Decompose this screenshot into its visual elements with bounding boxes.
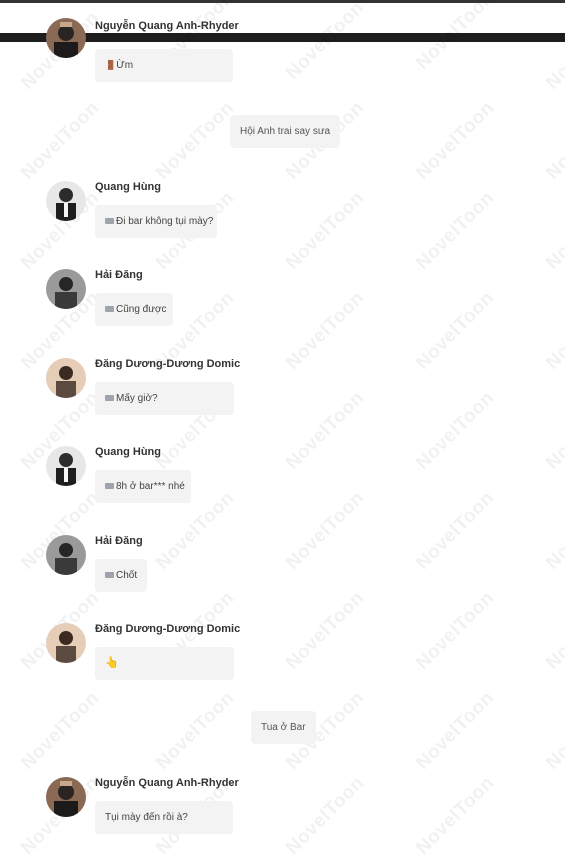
narration-text: Tua ở Bar [261, 722, 306, 733]
avatar-hai-dang-image [46, 269, 86, 309]
message-bubble: 👆 [95, 647, 234, 680]
chat-icon [105, 218, 114, 225]
avatar-quang-hung-image [46, 181, 86, 221]
watermark: NovelToon [412, 772, 499, 859]
avatar[interactable] [46, 535, 86, 575]
watermark: NovelToon [282, 187, 369, 274]
watermark: NovelToon [152, 97, 239, 184]
watermark: NovelToon [542, 387, 565, 474]
watermark: NovelToon [152, 687, 239, 774]
message-text: Mấy giờ? [116, 393, 158, 404]
narration-bubble: Tua ở Bar [251, 711, 316, 744]
message-bubble: Chốt [95, 559, 147, 592]
message-text: Ừm [116, 60, 134, 71]
watermark: NovelToon [282, 772, 369, 859]
avatar[interactable] [46, 777, 86, 817]
watermark: NovelToon [412, 487, 499, 574]
message-text: Tụi mày đến rồi à? [105, 812, 188, 823]
pointing-up-icon: 👆 [105, 657, 119, 669]
watermark: NovelToon [412, 187, 499, 274]
watermark: NovelToon [282, 587, 369, 674]
avatar[interactable] [46, 181, 86, 221]
watermark: NovelToon [282, 0, 369, 84]
avatar-rhyder-image [46, 18, 86, 58]
top-border [0, 0, 565, 3]
message-text: Chốt [116, 570, 138, 581]
message-bubble: Tụi mày đến rồi à? [95, 801, 233, 834]
watermark: NovelToon [412, 687, 499, 774]
message-bubble: 🚪Ừm [95, 49, 233, 82]
watermark: NovelToon [282, 487, 369, 574]
avatar-quang-hung-image [46, 446, 86, 486]
watermark: NovelToon [412, 387, 499, 474]
message-text: Cũng được [116, 304, 167, 315]
message-bubble: Đi bar không tụi mày? [95, 205, 217, 238]
watermark: NovelToon [412, 287, 499, 374]
sender-name: Quang Hùng [95, 446, 161, 458]
sender-name: Nguyễn Quang Anh-Rhyder [95, 20, 239, 32]
avatar[interactable] [46, 269, 86, 309]
watermark: NovelToon [17, 687, 104, 774]
message-text: 8h ở bar*** nhé [116, 481, 185, 492]
sender-name: Quang Hùng [95, 181, 161, 193]
sender-name: Hải Đăng [95, 535, 143, 547]
avatar-dang-duong-image [46, 358, 86, 398]
watermark: NovelToon [542, 587, 565, 674]
avatar-dang-duong-image [46, 623, 86, 663]
sender-name: Đăng Dương-Dương Domic [95, 623, 241, 635]
chat-icon [105, 306, 114, 313]
avatar[interactable] [46, 623, 86, 663]
watermark: NovelToon [542, 487, 565, 574]
watermark: NovelToon [542, 187, 565, 274]
message-text: Đi bar không tụi mày? [116, 216, 214, 227]
sender-name: Nguyễn Quang Anh-Rhyder [95, 777, 239, 789]
message-bubble: 8h ở bar*** nhé [95, 470, 191, 503]
watermark: NovelToon [542, 687, 565, 774]
message-bubble: Cũng được [95, 293, 173, 326]
chat-icon [105, 483, 114, 490]
sender-name: Đăng Dương-Dương Domic [95, 358, 241, 370]
narration-text: Hội Anh trai say sưa [240, 126, 331, 137]
watermark: NovelToon [17, 97, 104, 184]
sender-name: Hải Đăng [95, 269, 143, 281]
door-icon: 🚪 [105, 60, 117, 70]
avatar[interactable] [46, 18, 86, 58]
watermark: NovelToon [412, 587, 499, 674]
avatar[interactable] [46, 358, 86, 398]
avatar[interactable] [46, 446, 86, 486]
message-bubble: Mấy giờ? [95, 382, 234, 415]
chat-icon [105, 395, 114, 402]
watermark: NovelToon [542, 7, 565, 94]
watermark: NovelToon [412, 97, 499, 184]
avatar-rhyder-image [46, 777, 86, 817]
watermark: NovelToon [282, 287, 369, 374]
chat-icon [105, 572, 114, 579]
watermark: NovelToon [542, 97, 565, 184]
narration-bubble: Hội Anh trai say sưa [230, 115, 341, 148]
avatar-hai-dang-image [46, 535, 86, 575]
watermark: NovelToon [542, 287, 565, 374]
watermark: NovelToon [282, 387, 369, 474]
